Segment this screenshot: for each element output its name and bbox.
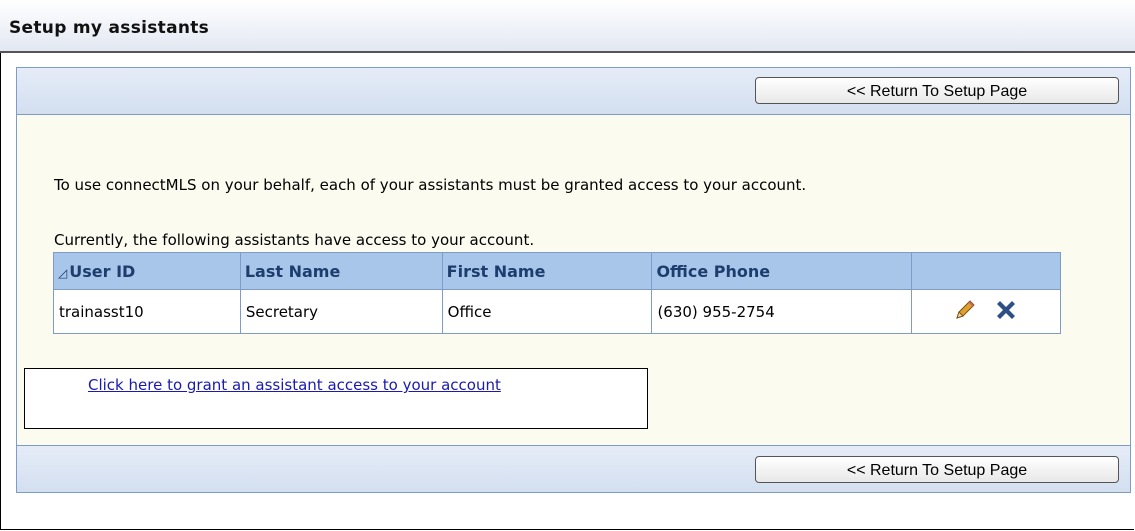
- header-user-id-label: User ID: [69, 261, 136, 281]
- header-first-name[interactable]: First Name: [441, 252, 653, 290]
- grant-access-link[interactable]: Click here to grant an assistant access …: [88, 376, 501, 394]
- return-to-setup-button-bottom[interactable]: << Return To Setup Page: [755, 456, 1119, 483]
- page-title: Setup my assistants: [9, 18, 210, 38]
- cell-first-name: Office: [441, 289, 653, 334]
- table-row: trainasst10 Secretary Office (630) 955-2…: [53, 289, 1061, 334]
- header-actions: [911, 252, 1061, 290]
- sort-ascending-icon: ◿: [58, 265, 68, 280]
- table-header-row: ◿ User ID Last Name First Name Office Pho…: [53, 252, 1061, 290]
- header-first-name-label: First Name: [446, 261, 546, 281]
- current-assistants-text: Currently, the following assistants have…: [54, 231, 535, 249]
- top-toolbar: << Return To Setup Page: [17, 68, 1130, 115]
- header-office-phone[interactable]: Office Phone: [651, 252, 913, 290]
- pencil-icon[interactable]: [953, 298, 977, 326]
- header-office-phone-label: Office Phone: [656, 261, 771, 281]
- bottom-toolbar: << Return To Setup Page: [17, 445, 1130, 492]
- close-x-icon[interactable]: [993, 297, 1019, 327]
- header-last-name-label: Last Name: [244, 261, 341, 281]
- header-last-name[interactable]: Last Name: [239, 252, 443, 290]
- assistants-table: ◿ User ID Last Name First Name Office Pho…: [53, 252, 1061, 334]
- header-user-id[interactable]: ◿ User ID: [53, 252, 241, 290]
- cell-user-id: trainasst10: [53, 289, 241, 334]
- cell-last-name: Secretary: [239, 289, 443, 334]
- return-to-setup-button-top[interactable]: << Return To Setup Page: [755, 77, 1119, 104]
- cell-actions: [911, 289, 1061, 334]
- title-bar: Setup my assistants: [0, 0, 1135, 53]
- cell-office-phone: (630) 955-2754: [651, 289, 913, 334]
- assistants-panel: << Return To Setup Page To use connectML…: [16, 67, 1131, 493]
- grant-access-box: Click here to grant an assistant access …: [24, 368, 648, 429]
- info-text: To use connectMLS on your behalf, each o…: [54, 176, 807, 194]
